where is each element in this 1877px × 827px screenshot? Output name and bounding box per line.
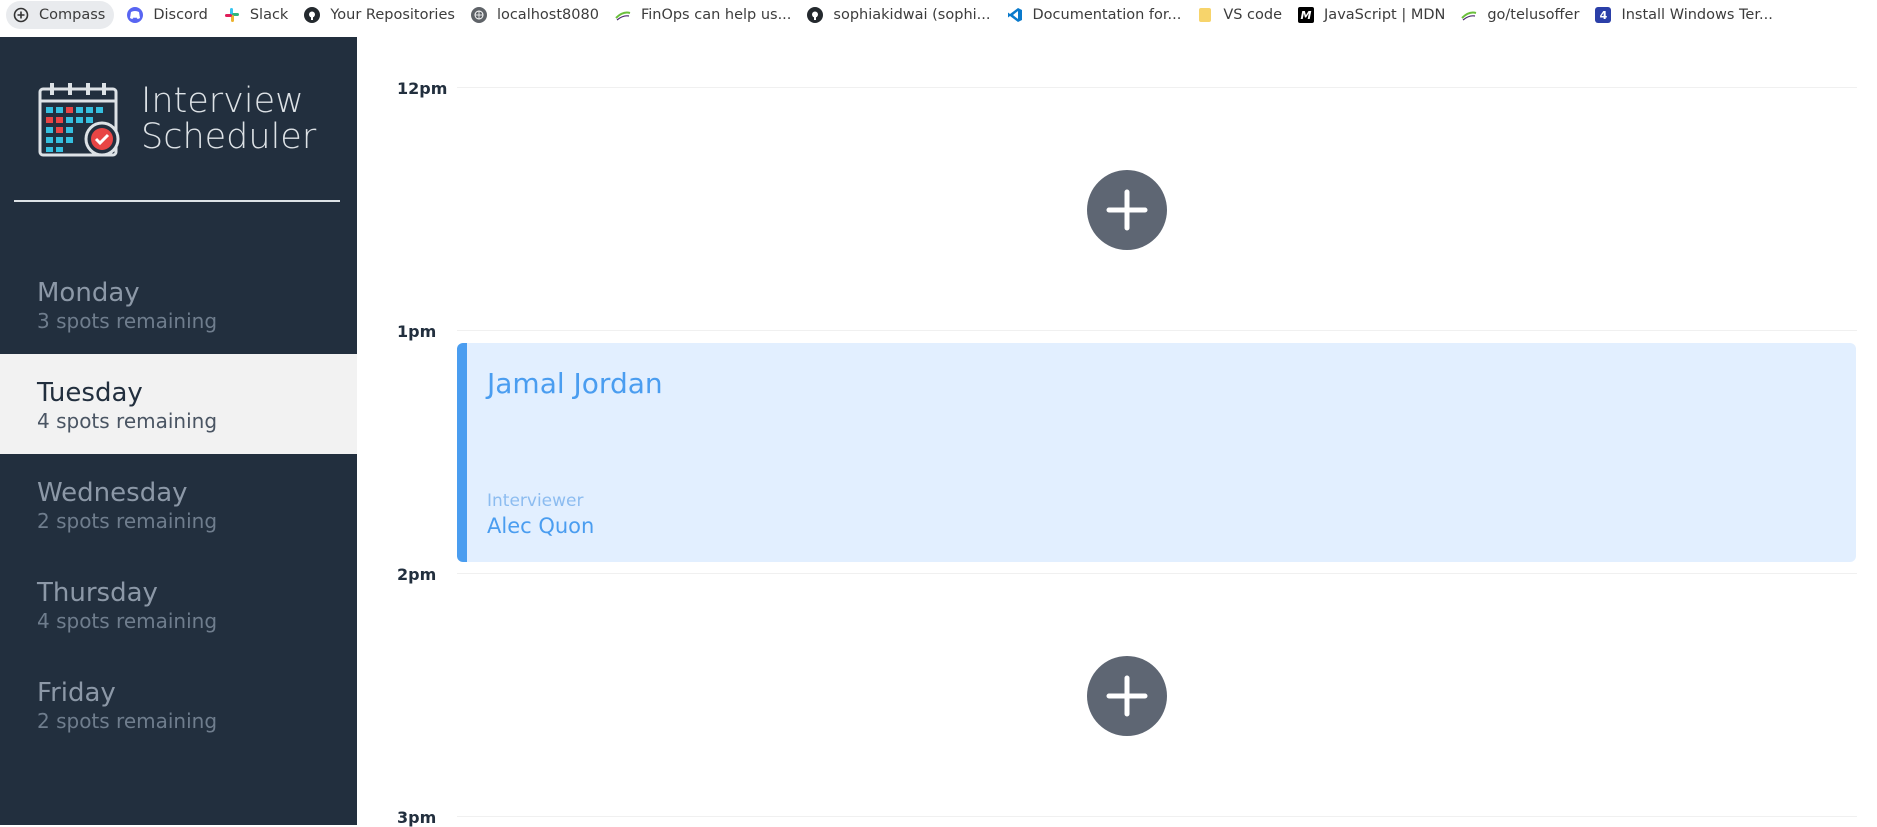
slack-icon (224, 7, 240, 23)
bookmark-label: VS code (1223, 7, 1283, 23)
day-spots: 4 spots remaining (37, 409, 218, 433)
bookmark-localhost[interactable]: localhost8080 (464, 1, 608, 29)
time-divider (457, 330, 1857, 331)
bookmark-label: go/telusoffer (1487, 7, 1580, 23)
windows-terminal-icon: 4 (1595, 7, 1612, 23)
add-appointment-button[interactable] (1087, 656, 1167, 736)
time-label: 3pm (397, 808, 437, 827)
bookmarks-bar: Compass Discord Slack Your Repositories … (0, 0, 1877, 30)
bookmark-label: Your Repositories (330, 7, 455, 23)
bookmark-compass[interactable]: Compass (6, 1, 115, 29)
bookmark-documentation[interactable]: Documentation for... (1000, 1, 1191, 29)
app-title-line1: Interview (141, 81, 304, 121)
interviewer-name: Alec Quon (487, 514, 595, 538)
day-list-item-monday[interactable]: Monday 3 spots remaining (0, 254, 357, 354)
compass-icon (13, 7, 29, 23)
student-name: Jamal Jordan (487, 367, 663, 400)
bookmark-label: Install Windows Ter... (1621, 7, 1773, 23)
bookmark-telusoffer[interactable]: go/telusoffer (1454, 1, 1588, 29)
day-spots: 2 spots remaining (37, 709, 218, 733)
day-name: Wednesday (37, 478, 188, 508)
bookmark-label: JavaScript | MDN (1324, 7, 1446, 23)
finops-icon (615, 7, 631, 23)
day-name: Thursday (37, 578, 158, 608)
bookmark-label: sophiakidwai (sophi... (833, 7, 991, 23)
time-label: 1pm (397, 322, 437, 341)
day-name: Tuesday (37, 378, 143, 408)
bookmark-install-windows-terminal[interactable]: 4 Install Windows Ter... (1588, 1, 1781, 29)
bookmark-finops[interactable]: FinOps can help us... (608, 1, 800, 29)
vscode-icon (1007, 7, 1023, 23)
time-divider (457, 816, 1857, 817)
day-list-item-friday[interactable]: Friday 2 spots remaining (0, 654, 357, 754)
app-title-line2: Scheduler (141, 117, 317, 157)
github-icon (304, 7, 321, 23)
day-name: Monday (37, 278, 140, 308)
appointment-card[interactable]: Jamal Jordan Interviewer Alec Quon (457, 343, 1856, 562)
sidebar: Interview Scheduler Monday 3 spots remai… (0, 37, 357, 825)
github-icon (807, 7, 824, 23)
folder-icon (1197, 7, 1213, 23)
bookmark-slack[interactable]: Slack (217, 1, 298, 29)
bookmark-label: Discord (153, 7, 208, 23)
time-label: 2pm (397, 565, 437, 584)
plus-icon (1106, 189, 1148, 231)
day-spots: 3 spots remaining (37, 309, 218, 333)
globe-icon (470, 7, 487, 23)
app-title: Interview Scheduler (141, 83, 316, 155)
day-list-item-wednesday[interactable]: Wednesday 2 spots remaining (0, 454, 357, 554)
telus-icon (1461, 7, 1477, 23)
day-spots: 2 spots remaining (37, 509, 218, 533)
day-spots: 4 spots remaining (37, 609, 218, 633)
day-list-item-tuesday[interactable]: Tuesday 4 spots remaining (0, 354, 357, 454)
bookmark-label: localhost8080 (496, 7, 599, 23)
day-list-item-thursday[interactable]: Thursday 4 spots remaining (0, 554, 357, 654)
day-name: Friday (37, 678, 116, 708)
time-label: 12pm (397, 79, 448, 98)
calendar-logo-icon (38, 81, 122, 159)
bookmark-label: Documentation for... (1032, 7, 1182, 23)
bookmark-label: Compass (39, 7, 106, 23)
interviewer-label: Interviewer (487, 491, 584, 511)
mdn-icon: M (1298, 7, 1315, 23)
time-divider (457, 87, 1857, 88)
bookmark-label: Slack (249, 7, 289, 23)
discord-icon (127, 7, 144, 23)
time-divider (457, 573, 1857, 574)
bookmark-sophiakidwai[interactable]: sophiakidwai (sophi... (800, 1, 999, 29)
sidebar-divider (14, 200, 340, 202)
schedule: 12pm 1pm Jamal Jordan Interviewer Alec Q… (357, 37, 1877, 827)
bookmark-label: FinOps can help us... (640, 7, 792, 23)
plus-icon (1106, 675, 1148, 717)
bookmark-mdn[interactable]: M JavaScript | MDN (1291, 1, 1454, 29)
add-appointment-button[interactable] (1087, 170, 1167, 250)
bookmark-your-repositories[interactable]: Your Repositories (297, 1, 464, 29)
bookmark-discord[interactable]: Discord (120, 1, 217, 29)
bookmark-vs-code[interactable]: VS code (1190, 1, 1291, 29)
